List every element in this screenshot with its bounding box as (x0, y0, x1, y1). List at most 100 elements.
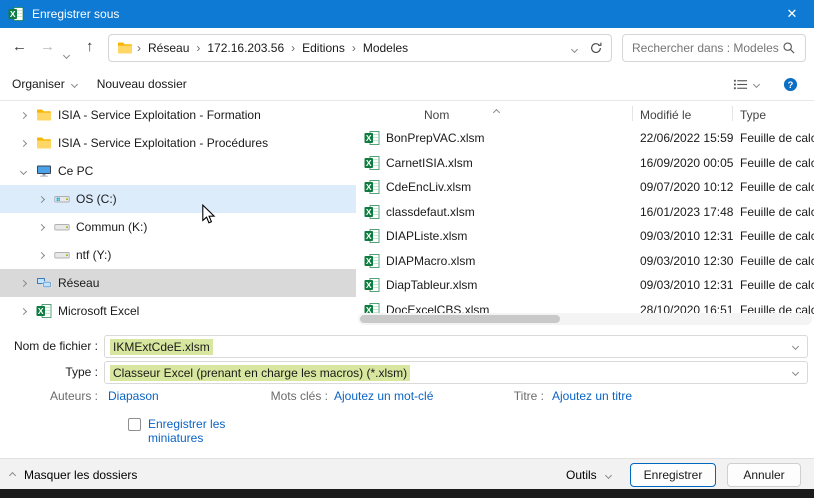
keywords-add-link[interactable]: Ajoutez un mot-clé (334, 389, 433, 403)
tree-item-label: OS (C:) (76, 192, 117, 206)
file-row[interactable]: XDIAPMacro.xlsm09/03/2010 12:30Feuille d… (356, 249, 814, 274)
window-title: Enregistrer sous (32, 7, 119, 21)
forward-button[interactable]: → (40, 38, 55, 55)
search-box[interactable]: Rechercher dans : Modeles (622, 34, 806, 62)
filetype-value: Classeur Excel (prenant en charge les ma… (110, 365, 410, 381)
back-button[interactable]: ← (12, 38, 27, 55)
help-icon[interactable]: ? (783, 77, 798, 92)
file-row[interactable]: XCdeEncLiv.xlsm09/07/2020 10:12Feuille d… (356, 175, 814, 200)
tree-item-microsoft-excel[interactable]: X Microsoft Excel (0, 297, 356, 325)
chevron-right-icon[interactable] (34, 225, 48, 230)
tree-item-isia-formation[interactable]: ISIA - Service Exploitation - Formation (0, 101, 356, 129)
tree-item-label: Commun (K:) (76, 220, 147, 234)
svg-text:X: X (366, 231, 372, 241)
file-row[interactable]: XDiapTableur.xlsm09/03/2010 12:31Feuille… (356, 273, 814, 298)
sort-ascending-icon (494, 104, 499, 118)
file-row[interactable]: XDIAPListe.xlsm09/03/2010 12:31Feuille d… (356, 224, 814, 249)
file-modified: 22/06/2022 15:59 (640, 131, 740, 145)
chevron-down-icon (753, 80, 760, 87)
tree-item-label: ISIA - Service Exploitation - Formation (58, 108, 261, 122)
cancel-button[interactable]: Annuler (727, 463, 801, 487)
address-dropdown-icon[interactable] (572, 41, 577, 55)
excel-file-icon: X (364, 130, 380, 146)
tools-dropdown[interactable]: Outils (566, 468, 611, 482)
column-header-type[interactable]: Type (740, 108, 766, 122)
refresh-icon[interactable] (589, 41, 603, 55)
tree-item-ntf-y[interactable]: ntf (Y:) (0, 241, 356, 269)
save-thumbnails-checkbox[interactable] (128, 418, 141, 431)
horizontal-scrollbar[interactable] (358, 313, 812, 325)
chevron-down-icon[interactable] (16, 169, 30, 174)
title-label: Titre : (476, 389, 544, 403)
breadcrumb-item[interactable]: Editions (297, 41, 350, 55)
svg-text:X: X (366, 158, 372, 168)
svg-text:?: ? (788, 79, 794, 89)
filename-input[interactable]: IKMExtCdeE.xlsm (104, 335, 808, 358)
search-icon[interactable] (782, 41, 796, 55)
chevron-right-icon[interactable] (16, 141, 30, 146)
hide-folders-button[interactable]: Masquer les dossiers (10, 468, 137, 482)
file-list: Nom Modifié le Type XBonPrepVAC.xlsm22/0… (356, 101, 814, 330)
breadcrumb-separator: › (194, 41, 202, 55)
main-area: ISIA - Service Exploitation - Formation I… (0, 101, 814, 330)
save-thumbnails-option[interactable]: Enregistrer les miniatures (128, 417, 242, 445)
file-row[interactable]: XCarnetISIA.xlsm16/09/2020 00:05Feuille … (356, 151, 814, 176)
filename-value: IKMExtCdeE.xlsm (110, 339, 213, 355)
close-button[interactable]: ✕ (770, 0, 814, 28)
file-row[interactable]: Xclassdefaut.xlsm16/01/2023 17:48Feuille… (356, 200, 814, 225)
tree-item-ce-pc[interactable]: Ce PC (0, 157, 356, 185)
title-add-link[interactable]: Ajoutez un titre (552, 389, 632, 403)
column-header-name[interactable]: Nom (424, 108, 449, 122)
organize-button[interactable]: Organiser (12, 77, 77, 91)
breadcrumb-item[interactable]: 172.16.203.56 (202, 41, 289, 55)
svg-text:X: X (10, 9, 16, 19)
tree-item-label: ISIA - Service Exploitation - Procédures (58, 136, 268, 150)
excel-file-icon: X (364, 204, 380, 220)
column-divider (632, 106, 633, 121)
chevron-right-icon[interactable] (34, 253, 48, 258)
file-modified: 09/03/2010 12:31 (640, 278, 740, 292)
scrollbar-thumb[interactable] (360, 315, 560, 323)
tree-item-label: Ce PC (58, 164, 93, 178)
file-type: Feuille de calc (740, 254, 814, 268)
network-icon (36, 275, 52, 291)
tree-item-label: Microsoft Excel (58, 304, 139, 318)
excel-app-icon: X (8, 6, 24, 22)
tree-item-os-c[interactable]: OS (C:) (0, 185, 356, 213)
excel-file-icon: X (364, 277, 380, 293)
file-type: Feuille de calc (740, 131, 814, 145)
authors-value[interactable]: Diapason (108, 389, 159, 403)
up-button[interactable]: ↑ (86, 38, 94, 55)
view-options-button[interactable] (733, 77, 759, 92)
chevron-right-icon[interactable] (16, 113, 30, 118)
file-name: CarnetISIA.xlsm (386, 156, 473, 170)
excel-file-icon: X (364, 179, 380, 195)
column-header-modified[interactable]: Modifié le (640, 108, 691, 122)
chevron-down-icon[interactable] (792, 369, 799, 376)
chevron-right-icon[interactable] (16, 281, 30, 286)
recent-locations-button[interactable] (64, 45, 69, 62)
folder-icon (36, 107, 52, 123)
tree-item-commun-k[interactable]: Commun (K:) (0, 213, 356, 241)
command-bar: Organiser Nouveau dossier ? (0, 68, 814, 101)
breadcrumb: ›Réseau›172.16.203.56›Editions›Modeles (135, 41, 413, 55)
breadcrumb-item[interactable]: Modeles (358, 41, 413, 55)
breadcrumb-item[interactable]: Réseau (143, 41, 194, 55)
save-as-dialog: X Enregistrer sous ✕ ← → ↑ ›Réseau›172.1… (0, 0, 814, 498)
excel-file-icon: X (364, 155, 380, 171)
chevron-down-icon[interactable] (792, 343, 799, 350)
tree-item-reseau[interactable]: Réseau (0, 269, 356, 297)
file-type: Feuille de calc (740, 278, 814, 292)
new-folder-button[interactable]: Nouveau dossier (97, 77, 187, 91)
chevron-right-icon[interactable] (34, 197, 48, 202)
tree-item-isia-procedures[interactable]: ISIA - Service Exploitation - Procédures (0, 129, 356, 157)
chevron-down-icon (63, 52, 70, 59)
address-bar[interactable]: ›Réseau›172.16.203.56›Editions›Modeles (108, 34, 612, 62)
chevron-right-icon[interactable] (16, 309, 30, 314)
file-name: DIAPListe.xlsm (386, 229, 467, 243)
titlebar: X Enregistrer sous ✕ (0, 0, 814, 28)
filetype-select[interactable]: Classeur Excel (prenant en charge les ma… (104, 361, 808, 384)
svg-text:X: X (38, 306, 44, 316)
save-button[interactable]: Enregistrer (630, 463, 716, 487)
file-row[interactable]: XBonPrepVAC.xlsm22/06/2022 15:59Feuille … (356, 126, 814, 151)
